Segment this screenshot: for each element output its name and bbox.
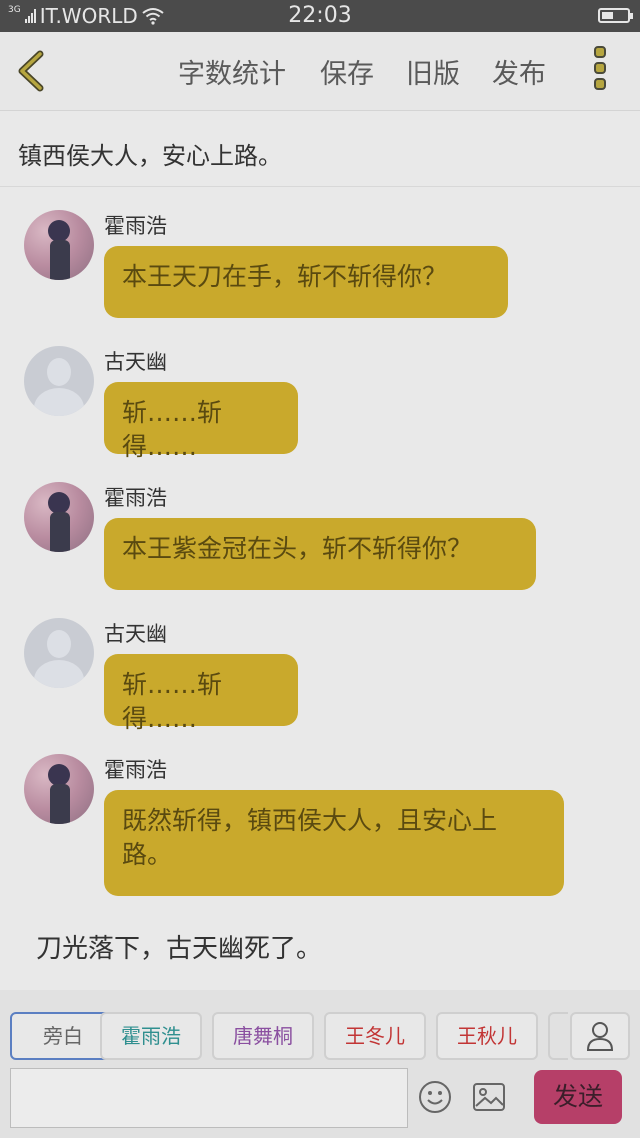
character-chip[interactable]: 王秋儿: [436, 1012, 538, 1060]
battery-icon: [598, 8, 633, 23]
more-menu-icon[interactable]: [593, 46, 613, 98]
old-version-button[interactable]: 旧版: [406, 52, 460, 91]
emoji-icon[interactable]: [418, 1080, 452, 1114]
avatar: [24, 618, 94, 688]
user-icon: [586, 1022, 614, 1051]
message-bubble[interactable]: 斩……斩得……: [104, 654, 298, 733]
character-chip-partial[interactable]: [548, 1012, 568, 1060]
top-toolbar: 字数统计 保存 旧版 发布: [0, 32, 640, 111]
status-bar: 3G IT.WORLD 22:03: [0, 0, 640, 32]
character-chip[interactable]: 王冬儿: [324, 1012, 426, 1060]
message-bubble[interactable]: 既然斩得，镇西侯大人，且安心上路。: [104, 790, 564, 896]
divider: [0, 186, 640, 187]
avatar: [24, 754, 94, 824]
avatar: [24, 346, 94, 416]
composer-bar: 旁白 霍雨浩 唐舞桐 王冬儿 王秋儿 发送: [0, 990, 640, 1138]
message-bubble[interactable]: 本王紫金冠在头，斩不斩得你？: [104, 518, 536, 590]
back-arrow-icon[interactable]: [14, 50, 54, 92]
clock: 22:03: [288, 3, 352, 28]
publish-button[interactable]: 发布: [492, 52, 546, 91]
message-input[interactable]: [10, 1068, 408, 1128]
sender-name: 古天幽: [104, 622, 167, 646]
send-button[interactable]: 发送: [534, 1070, 622, 1124]
message-bubble[interactable]: 斩……斩得……: [104, 382, 298, 461]
avatar: [24, 210, 94, 280]
image-icon[interactable]: [472, 1082, 506, 1112]
character-chip[interactable]: 唐舞桐: [212, 1012, 314, 1060]
save-button[interactable]: 保存: [320, 52, 374, 91]
narration-text[interactable]: 镇西侯大人，安心上路。: [18, 136, 282, 171]
message-bubble[interactable]: 本王天刀在手，斩不斩得你？: [104, 246, 508, 318]
narration-text[interactable]: 刀光落下，古天幽死了。: [36, 928, 322, 965]
sender-name: 霍雨浩: [104, 214, 167, 238]
sender-name: 霍雨浩: [104, 758, 167, 782]
character-manager-button[interactable]: [570, 1012, 630, 1060]
avatar: [24, 482, 94, 552]
sender-name: 古天幽: [104, 350, 167, 374]
sender-name: 霍雨浩: [104, 486, 167, 510]
character-chip[interactable]: 霍雨浩: [100, 1012, 202, 1060]
word-count-button[interactable]: 字数统计: [178, 52, 286, 91]
